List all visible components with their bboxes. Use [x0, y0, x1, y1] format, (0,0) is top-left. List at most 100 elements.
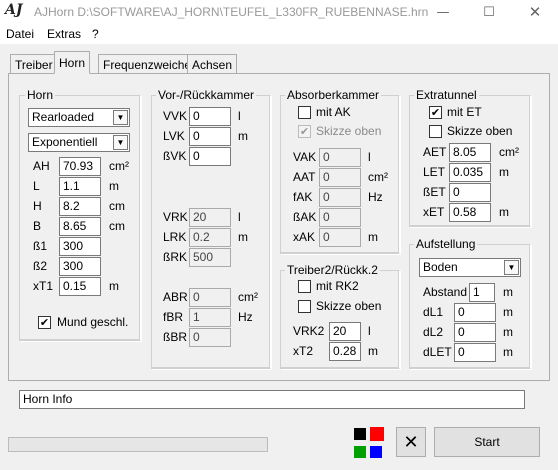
chevron-down-icon[interactable]: ▼: [113, 110, 128, 125]
chevron-down-icon[interactable]: ▼: [504, 260, 519, 275]
app-logo-icon: AJ: [5, 2, 23, 18]
mit-ak-label: mit AK: [316, 105, 351, 119]
extratunnel-skizze-checkbox[interactable]: [429, 125, 442, 138]
input-ßvk[interactable]: 0: [189, 147, 231, 166]
unit-let: m: [499, 165, 509, 179]
close-x-icon: ✕: [403, 431, 419, 453]
field-label-vrk: VRK: [163, 210, 188, 224]
unit-fak: Hz: [368, 190, 383, 204]
mit-et-checkbox[interactable]: ✔: [429, 106, 442, 119]
input-ßak: 0: [319, 208, 361, 227]
close-icon[interactable]: ✕: [512, 0, 558, 24]
unit-abstand: m: [503, 285, 513, 299]
input-xet[interactable]: 0.58: [449, 203, 491, 222]
horn-group-label: Horn: [25, 88, 56, 102]
tab-horn[interactable]: Horn: [54, 51, 91, 74]
input-ß1[interactable]: 300: [59, 237, 101, 256]
tab-achsen[interactable]: Achsen: [187, 54, 238, 75]
input-aet[interactable]: 8.05: [449, 143, 491, 162]
treiber2-skizze-checkbox[interactable]: [298, 300, 311, 313]
input-dl2[interactable]: 0: [454, 323, 496, 342]
minimize-icon[interactable]: —: [420, 0, 466, 24]
menu-datei[interactable]: Datei: [6, 27, 34, 41]
input-dl1[interactable]: 0: [454, 303, 496, 322]
menu-bar: [0, 24, 558, 44]
input-h[interactable]: 8.2: [59, 197, 101, 216]
input-l[interactable]: 1.1: [59, 177, 101, 196]
treiber2-skizze-label: Skizze oben: [316, 299, 382, 313]
input-vrk: 20: [189, 208, 231, 227]
field-label-abr: ABR: [163, 290, 188, 304]
input-aat: 0: [319, 168, 361, 187]
unit-dl1: m: [503, 305, 513, 319]
field-label-ßbr: ßBR: [163, 330, 187, 344]
unit-fbr: Hz: [238, 310, 253, 324]
unit-l: m: [109, 179, 119, 193]
horn-profile-select[interactable]: Exponentiell ▼: [28, 133, 130, 152]
aufstellung-value: Boden: [423, 260, 458, 274]
field-label-ßet: ßET: [423, 185, 446, 199]
extratunnel-skizze-label: Skizze oben: [447, 124, 513, 138]
input-ah[interactable]: 70.93: [59, 157, 101, 176]
field-label-abstand: Abstand: [423, 285, 468, 299]
field-label-b: B: [33, 219, 42, 233]
field-label-ß1: ß1: [33, 239, 48, 253]
horn-info-field[interactable]: Horn Info: [19, 390, 525, 409]
field-label-vvk: VVK: [163, 109, 188, 123]
input-ßet[interactable]: 0: [449, 183, 491, 202]
input-xak: 0: [319, 228, 361, 247]
input-xt1[interactable]: 0.15: [59, 277, 101, 296]
input-xt2[interactable]: 0.28: [329, 342, 361, 361]
field-label-aet: AET: [423, 145, 447, 159]
field-label-aat: AAT: [293, 170, 316, 184]
input-ß2[interactable]: 300: [59, 257, 101, 276]
unit-vak: l: [368, 150, 371, 164]
field-label-vak: VAK: [293, 150, 317, 164]
absorberkammer-label: Absorberkammer: [285, 88, 382, 102]
horn-profile-value: Exponentiell: [32, 135, 98, 149]
input-fbr: 1: [189, 308, 231, 327]
mit-ak-checkbox[interactable]: [298, 106, 311, 119]
unit-xt1: m: [109, 279, 119, 293]
input-lvk[interactable]: 0: [189, 127, 231, 146]
color-swatch-red[interactable]: [370, 427, 384, 441]
mit-rk2-checkbox[interactable]: [298, 280, 311, 293]
unit-xet: m: [499, 205, 509, 219]
tab-frequenzweiche[interactable]: Frequenzweiche: [98, 54, 197, 75]
menu-help[interactable]: ?: [92, 27, 99, 41]
input-abstand[interactable]: 1: [469, 283, 495, 302]
color-swatch-black[interactable]: [354, 428, 366, 440]
mund-geschl-checkbox[interactable]: ✔: [38, 316, 51, 329]
mit-rk2-label: mit RK2: [316, 279, 359, 293]
mit-et-label: mit ET: [447, 105, 482, 119]
cancel-button[interactable]: ✕: [396, 427, 426, 457]
horn-type-select[interactable]: Rearloaded ▼: [28, 108, 130, 127]
field-label-ah: AH: [33, 159, 50, 173]
input-vrk2[interactable]: 20: [329, 322, 361, 341]
input-abr: 0: [189, 288, 231, 307]
menu-extras[interactable]: Extras: [47, 27, 81, 41]
unit-b: cm: [109, 219, 125, 233]
field-label-ß2: ß2: [33, 259, 48, 273]
field-label-dl1: dL1: [423, 305, 444, 319]
maximize-icon[interactable]: ☐: [466, 0, 512, 24]
field-label-xak: xAK: [293, 230, 316, 244]
field-label-ßak: ßAK: [293, 210, 317, 224]
progress-bar: [8, 437, 268, 452]
unit-aat: cm²: [368, 170, 388, 184]
color-swatch-blue[interactable]: [370, 446, 382, 458]
color-swatch-green[interactable]: [354, 446, 366, 458]
input-b[interactable]: 8.65: [59, 217, 101, 236]
chevron-down-icon[interactable]: ▼: [113, 135, 128, 150]
input-fak: 0: [319, 188, 361, 207]
input-vvk[interactable]: 0: [189, 107, 231, 126]
input-dlet[interactable]: 0: [454, 343, 496, 362]
unit-xt2: m: [368, 344, 378, 358]
tab-treiber[interactable]: Treiber: [10, 54, 58, 75]
start-button[interactable]: Start: [434, 427, 540, 457]
field-label-dl2: dL2: [423, 325, 444, 339]
unit-xak: m: [368, 230, 378, 244]
unit-dl2: m: [503, 325, 513, 339]
input-let[interactable]: 0.035: [449, 163, 491, 182]
aufstellung-select[interactable]: Boden ▼: [419, 258, 521, 277]
